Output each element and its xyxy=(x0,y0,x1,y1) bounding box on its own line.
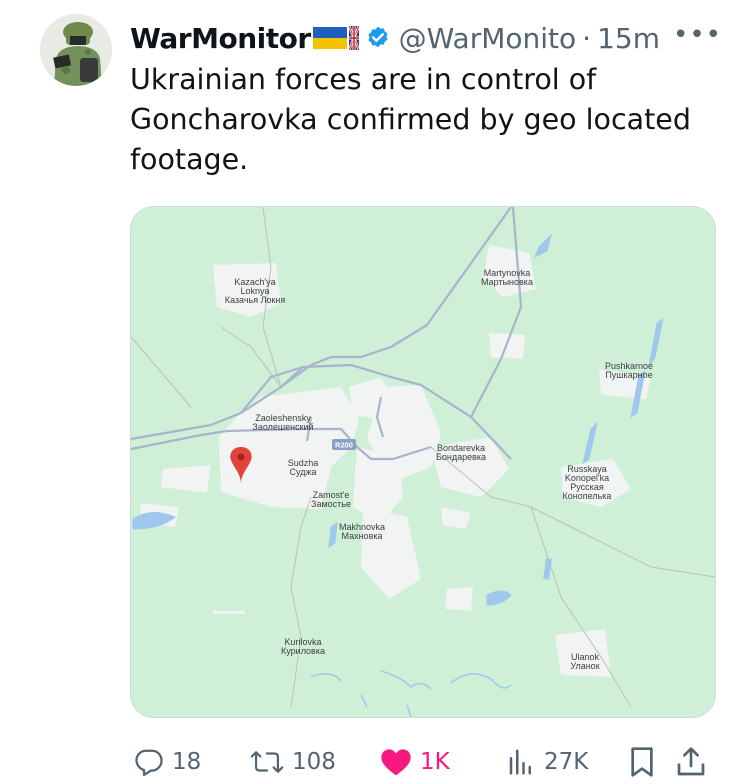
map-label-line: Уланок xyxy=(570,661,599,671)
map-label-line: Бондаревка xyxy=(436,452,486,462)
verified-badge-icon xyxy=(365,25,391,51)
tweet-text: Ukrainian forces are in control of Gonch… xyxy=(130,63,691,176)
more-options-icon[interactable]: ••• xyxy=(673,20,722,50)
views-chart-icon xyxy=(509,749,531,775)
separator-dot: · xyxy=(582,21,592,55)
map-label-bondarevka: Bondarevka Бондаревка xyxy=(436,443,486,462)
views-button[interactable]: 27K xyxy=(506,740,588,784)
author-name[interactable]: WarMonitor xyxy=(130,22,311,55)
post-time[interactable]: 15m xyxy=(597,22,660,55)
avatar-soldier-icon xyxy=(40,14,112,86)
share-icon xyxy=(677,747,705,776)
bookmark-button[interactable] xyxy=(628,740,656,784)
map-label-line: Замостье xyxy=(311,499,351,509)
map-label-pushkarnoe: Pushkarnoe Пушкарное xyxy=(605,361,653,380)
map-label-makhnovka: Makhnovka Махновка xyxy=(339,522,385,541)
heart-icon xyxy=(381,749,411,776)
avatar[interactable] xyxy=(40,14,112,86)
like-button[interactable]: 1K xyxy=(380,740,450,784)
map-label-kurilovka: Kurilovka Куриловка xyxy=(281,637,325,656)
map-image: R200 Kazach'ya Loknya Казачья ЛокняMartyno… xyxy=(131,207,715,717)
tweet-header: WarMonitor @WarMonito · 15m ••• xyxy=(130,18,730,58)
reply-icon xyxy=(135,749,163,776)
tweet-actions: 18 108 1K 27K xyxy=(130,740,720,784)
map-label-line: Заолешенский xyxy=(252,422,313,432)
map-label-line: Куриловка xyxy=(281,646,325,656)
repost-button[interactable]: 108 xyxy=(250,740,336,784)
reply-button[interactable]: 18 xyxy=(134,740,201,784)
map-label-zamoste: Zamost'e Замостье xyxy=(311,490,351,509)
map-label-line: Конопелька xyxy=(563,491,612,501)
tweet-media-map[interactable]: R200 Kazach'ya Loknya Казачья Локня Martyno… xyxy=(130,206,716,718)
map-label-line: Суджа xyxy=(290,467,317,477)
svg-text:R200: R200 xyxy=(335,441,353,450)
map-label-russkaya: Russkaya Konopel'ka Русская Конопелька xyxy=(563,464,612,501)
view-count: 27K xyxy=(544,749,589,775)
ukraine-flag-icon xyxy=(312,27,347,49)
map-label-line: Казачья Локня xyxy=(225,295,286,305)
map-label-ulanok: Ulanok Уланок xyxy=(570,652,599,671)
map-label-line: Махновка xyxy=(341,531,382,541)
uk-flag-icon xyxy=(348,26,359,50)
map-label-line: Мартыновка xyxy=(481,277,533,287)
share-button[interactable] xyxy=(676,740,706,784)
author-handle[interactable]: @WarMonito xyxy=(399,22,577,55)
repost-count: 108 xyxy=(292,749,336,775)
repost-icon xyxy=(250,751,284,773)
map-label-sudzha: Sudzha Суджа xyxy=(288,458,319,477)
map-label-line: Пушкарное xyxy=(605,370,652,380)
reply-count: 18 xyxy=(172,749,202,775)
map-label-zaoleshensky: Zaoleshensky Заолешенский xyxy=(252,413,313,432)
like-count: 1K xyxy=(420,749,450,775)
map-label-martynovka: Martynovka Мартыновка xyxy=(481,268,533,287)
bookmark-icon xyxy=(631,747,653,777)
road-shield-r200: R200 xyxy=(332,439,356,450)
